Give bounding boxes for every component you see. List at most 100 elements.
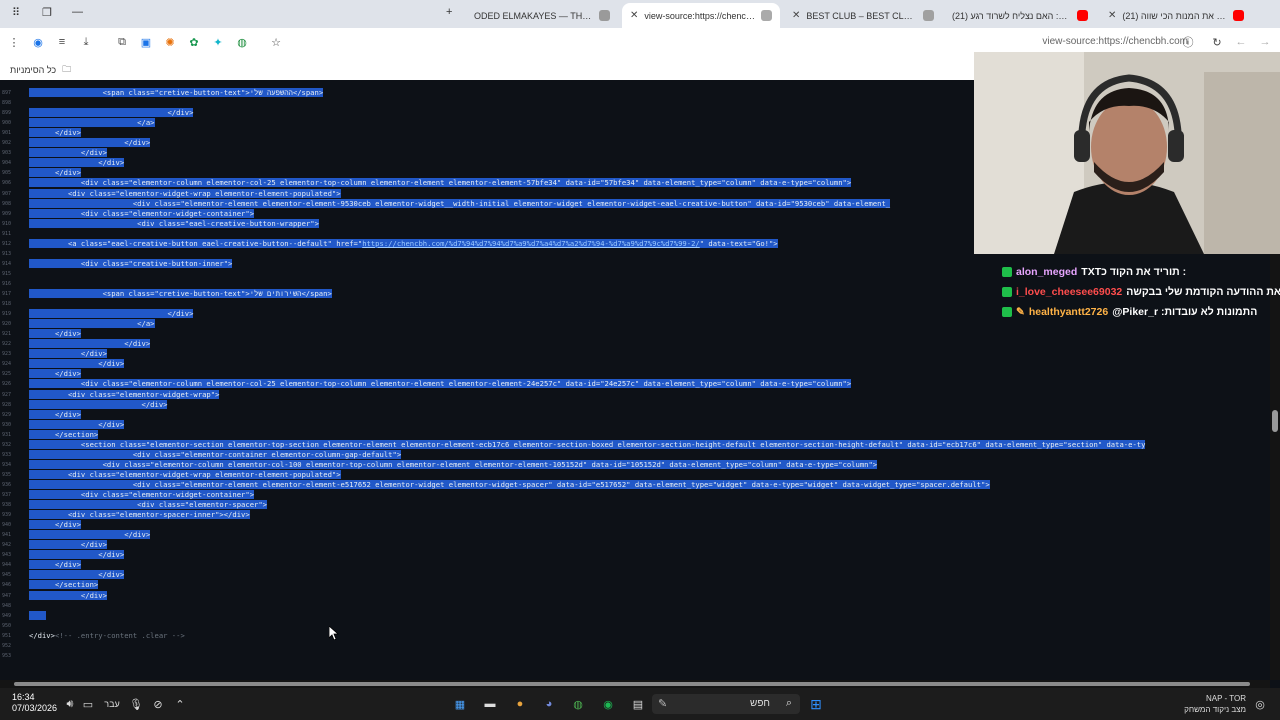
spotify-icon[interactable]: ◉ (600, 696, 616, 712)
code-line: 944 </div> (0, 560, 1270, 570)
code-text: <div class="elementor-container elemento… (29, 449, 402, 460)
code-segment: </div> (29, 399, 168, 409)
tab-oded[interactable]: ODED ELMAKAYES — THE COF (466, 3, 618, 28)
address-bar-url[interactable]: view-source:https://chencbh.com (1042, 36, 1188, 47)
streamer-figure (974, 52, 1280, 254)
minimize-icon[interactable]: — (72, 6, 83, 18)
restore-icon[interactable]: ❐ (42, 6, 52, 19)
code-segment: </div> (29, 590, 107, 600)
taskbar-search[interactable]: ✎ חפש ⌕ (652, 694, 800, 714)
code-line: 943 </div> (0, 550, 1270, 560)
chevron-up-icon[interactable]: ⌃ (172, 696, 188, 712)
code-segment: </div> (29, 560, 81, 570)
code-line: 927 <div class="elementor-widget-wrap"> (0, 389, 1270, 400)
code-text: </div> (29, 540, 107, 550)
line-number: 915 (2, 270, 12, 277)
site-info-icon[interactable]: ⓘ (1180, 34, 1196, 50)
back-icon[interactable]: → (1257, 34, 1273, 50)
menu-kebab-icon[interactable]: ⋮ (6, 34, 22, 50)
code-segment: <div class="elementor-widget-wrap elemen… (29, 188, 341, 198)
line-number: 942 (2, 542, 12, 549)
line-number: 920 (2, 321, 12, 328)
code-text: <div class="elementor-widget-wrap"> (29, 389, 220, 400)
clock[interactable]: 16:34 07/03/2026 (12, 692, 57, 714)
line-number: 931 (2, 431, 12, 438)
line-number: 903 (2, 150, 12, 157)
horizontal-scrollbar[interactable] (0, 680, 1270, 688)
line-number: 953 (2, 652, 12, 659)
chat-username: healthyantt2726 (1028, 306, 1109, 318)
code-segment (29, 610, 47, 620)
network-icon[interactable]: ▭ (80, 696, 96, 712)
code-line: 942 </div> (0, 540, 1270, 550)
code-text: </div> (29, 359, 125, 369)
code-segment: </div> (29, 339, 151, 349)
forward-icon[interactable]: ← (1233, 34, 1249, 50)
line-number: 934 (2, 461, 12, 468)
code-line: 941 </div> (0, 530, 1270, 540)
vertical-scroll-thumb[interactable] (1272, 410, 1278, 432)
chat-message: i_love_cheesee69032 את ההודעה הקודמת שלי… (1002, 284, 1280, 300)
notifications-off-icon[interactable]: ⊘ (150, 696, 166, 712)
extension-3-icon[interactable]: ✿ (186, 34, 202, 50)
close-tab-icon[interactable]: ✕ (792, 10, 800, 21)
tab-youtube-1[interactable]: (21) אתגר: האם נצליח לשרוד רגע (944, 3, 1096, 28)
line-number: 940 (2, 522, 12, 529)
code-text: </div> (29, 520, 81, 530)
line-number: 906 (2, 180, 12, 187)
tab-view-source[interactable]: ✕ view-source:https://chencbh.co (622, 3, 780, 28)
code-line: 931 </section> (0, 429, 1270, 440)
code-segment: <div class="elementor-container elemento… (29, 449, 402, 459)
line-number: 910 (2, 220, 12, 227)
extension-5-icon[interactable]: ◍ (234, 34, 250, 50)
code-segment: <span class="cretive-button-text">השירות… (29, 289, 332, 298)
download-icon[interactable]: ⤓ (78, 34, 94, 50)
line-number: 938 (2, 502, 12, 509)
language-indicator[interactable]: עבר (102, 696, 122, 712)
code-text (29, 610, 47, 621)
close-tab-icon[interactable]: ✕ (630, 10, 638, 21)
tab-audio-icon[interactable] (599, 10, 610, 21)
code-link[interactable]: https://chencbh.com/%d7%94%d7%94%d7%a9%d… (362, 238, 700, 248)
tab-best-club[interactable]: ✕ BEST CLUB – BEST CLUB – ישראל (784, 3, 942, 28)
bookmark-star-icon[interactable]: ☆ (268, 34, 284, 50)
game-app-icon[interactable]: ◎ (1252, 696, 1268, 712)
reload-icon[interactable]: ↻ (1209, 34, 1225, 50)
terminal-icon[interactable]: ▬ (482, 696, 498, 712)
extension-1-icon[interactable]: ▣ (138, 34, 154, 50)
file-explorer-icon[interactable]: ▤ (630, 696, 646, 712)
line-number: 908 (2, 200, 12, 207)
widgets-icon[interactable]: ▦ (452, 696, 468, 712)
extension-2-icon[interactable]: ✺ (162, 34, 178, 50)
webcam-overlay (974, 52, 1280, 254)
line-number: 944 (2, 562, 12, 569)
tab-search-icon[interactable]: ⠿ (12, 6, 20, 19)
chrome-icon[interactable]: ◍ (570, 696, 586, 712)
code-line: 951 </div><!-- .entry-content .clear --> (0, 631, 1270, 641)
code-segment: </div> (29, 550, 125, 560)
horizontal-scroll-thumb[interactable] (14, 682, 1250, 686)
line-number: 919 (2, 311, 12, 318)
start-icon[interactable]: ⊞ (808, 696, 824, 712)
profile-icon[interactable]: ◉ (30, 34, 46, 50)
line-number: 930 (2, 421, 12, 428)
microphone-icon[interactable]: 🎙︎ (128, 696, 144, 712)
code-segment: </div> (29, 359, 125, 369)
extension-4-icon[interactable]: ✦ (210, 34, 226, 50)
code-text: <div class="elementor-column elementor-c… (29, 379, 852, 389)
new-tab-button[interactable]: + (446, 6, 452, 18)
volume-icon[interactable]: 🔊︎ (62, 696, 78, 712)
reading-list-icon[interactable]: ≡ (54, 34, 70, 50)
extensions-icon[interactable]: ⧉ (114, 34, 130, 50)
chat-badge-icon (1002, 287, 1012, 297)
app-icon[interactable]: ● (512, 696, 528, 712)
code-segment: </div> (29, 630, 55, 640)
code-segment: </div> (29, 530, 151, 540)
tab-youtube-2[interactable]: ✕ (21) בדקתי את המנות הכי שווה (1100, 3, 1252, 28)
close-tab-icon[interactable]: ✕ (1108, 10, 1116, 21)
discord-icon[interactable]: ◕ (541, 696, 557, 712)
all-bookmarks-button[interactable]: כל הסימניות 🗀 (10, 62, 71, 78)
code-segment: </div> (29, 329, 81, 339)
game-status-title: NAP - TOR (1205, 694, 1246, 703)
code-text: </div> (29, 590, 107, 601)
